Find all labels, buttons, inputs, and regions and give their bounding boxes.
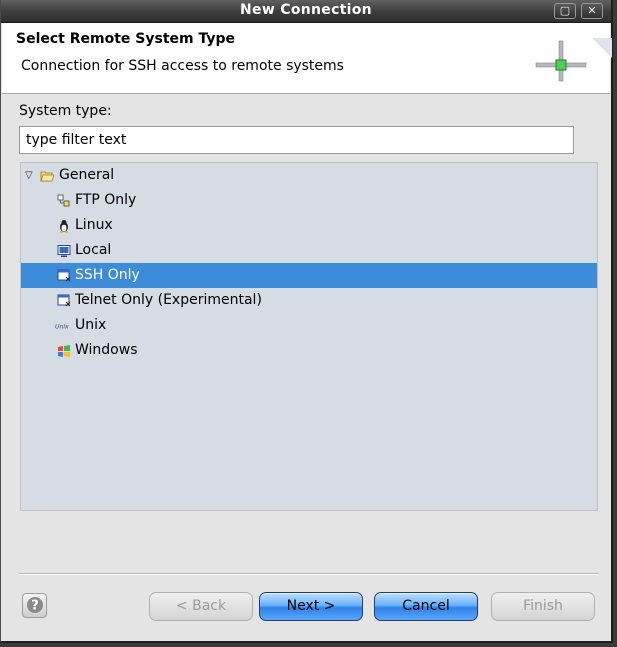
help-icon: ? [26, 597, 43, 614]
tree-item-label: Telnet Only (Experimental) [75, 292, 262, 308]
connection-tee-icon [535, 38, 612, 82]
unix-icon: Unix [55, 324, 69, 331]
tree-item-windows[interactable]: Windows [21, 338, 597, 363]
wizard-header: Select Remote System Type Connection for… [2, 23, 612, 94]
ftp-icon [57, 194, 70, 207]
system-type-label: System type: [19, 103, 112, 119]
title-bar[interactable]: New Connection ▢ ✕ [1, 0, 611, 23]
back-button[interactable]: < Back [149, 592, 253, 621]
tree-item-linux[interactable]: Linux [21, 213, 597, 238]
ssh-terminal-icon [57, 269, 71, 282]
next-button[interactable]: Next > [259, 592, 363, 621]
tux-icon [60, 220, 68, 233]
tree-item-ftp-only[interactable]: FTP Only [21, 188, 597, 213]
tree-item-ssh-only[interactable]: SSH Only [21, 263, 597, 288]
help-button[interactable]: ? [22, 593, 47, 618]
monitor-icon [57, 245, 71, 257]
svg-text:Unix: Unix [55, 324, 69, 331]
tree-item-label: General [59, 167, 115, 183]
tree-item-label: Local [75, 242, 112, 258]
system-type-tree[interactable]: ▽ General FTP Only Linux Local SSH Only … [20, 162, 598, 511]
close-button[interactable]: ✕ [581, 3, 603, 19]
new-connection-dialog: New Connection ▢ ✕ Select Remote System … [0, 0, 613, 643]
tree-item-label: FTP Only [75, 192, 137, 208]
windows-flag-icon [58, 345, 70, 357]
maximize-button[interactable]: ▢ [554, 3, 576, 19]
tree-item-general[interactable]: ▽ General [21, 163, 597, 188]
tree-item-telnet-only[interactable]: Telnet Only (Experimental) [21, 288, 597, 313]
tree-item-label: Unix [75, 317, 107, 333]
tree-item-label: Windows [75, 342, 138, 358]
expand-toggle-icon[interactable]: ▽ [25, 163, 37, 188]
window-title: New Connection [240, 2, 372, 18]
button-bar-divider [19, 573, 599, 575]
cancel-button[interactable]: Cancel [374, 592, 478, 621]
tree-item-unix[interactable]: Unix Unix [21, 313, 597, 338]
page-title: Select Remote System Type [16, 31, 236, 47]
finish-button[interactable]: Finish [491, 592, 595, 621]
tree-item-label: Linux [75, 217, 113, 233]
folder-open-icon [40, 171, 54, 182]
filter-input[interactable] [19, 126, 574, 154]
tree-item-local[interactable]: Local [21, 238, 597, 263]
page-description: Connection for SSH access to remote syst… [21, 58, 344, 74]
telnet-terminal-icon [57, 294, 71, 307]
tree-item-label: SSH Only [75, 267, 140, 283]
help-glyph: ? [31, 599, 39, 614]
